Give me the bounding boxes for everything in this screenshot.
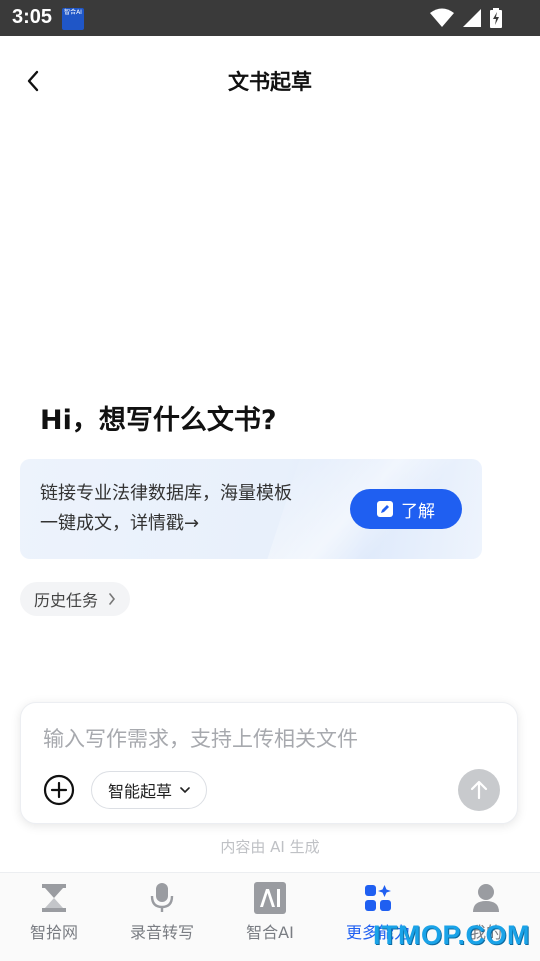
promo-card: 链接专业法律数据库，海量模板 一键成文，详情戳→ 了解: [20, 459, 482, 559]
page-title: 文书起草: [228, 70, 312, 94]
status-time: 3:05: [12, 6, 53, 28]
person-icon: [469, 881, 503, 915]
chevron-down-icon: [180, 787, 190, 794]
history-tasks-button[interactable]: 历史任务: [20, 582, 131, 616]
greeting-heading: Hi，想写什么文书?: [40, 405, 277, 436]
hourglass-icon: [37, 881, 71, 915]
apps-grid-icon: [361, 881, 395, 915]
send-button[interactable]: [458, 769, 500, 811]
cellular-signal-icon: [463, 9, 481, 27]
tab-label: 智合AI: [246, 923, 294, 942]
add-attachment-button[interactable]: [43, 774, 75, 806]
tab-label: 智拾网: [29, 923, 78, 942]
prompt-input[interactable]: [41, 721, 495, 757]
arrow-up-icon: [470, 780, 488, 800]
status-bar: 3:05 智合AI: [0, 0, 540, 36]
app-notification-label: 智合AI: [64, 9, 82, 16]
wifi-icon: [430, 8, 454, 27]
mode-select[interactable]: 智能起草: [91, 771, 208, 809]
site-watermark: ITMOP.COM: [372, 920, 530, 950]
tab-transcribe[interactable]: 录音转写: [108, 873, 216, 961]
ai-disclaimer: 内容由 AI 生成: [220, 838, 320, 856]
mode-select-label: 智能起草: [108, 782, 173, 801]
system-icons: [430, 8, 502, 28]
history-tasks-label: 历史任务: [34, 591, 99, 610]
app-notification-icon: 智合AI: [62, 8, 84, 30]
plus-circle-icon: [43, 774, 75, 806]
chevron-right-icon: [109, 593, 116, 605]
ai-logo-icon: [253, 881, 287, 915]
tab-label: 录音转写: [129, 923, 194, 942]
battery-charging-icon: [490, 8, 502, 28]
tab-zhihe-ai[interactable]: 智合AI: [216, 873, 324, 961]
learn-more-button[interactable]: 了解: [350, 489, 462, 529]
learn-more-label: 了解: [401, 501, 435, 522]
promo-line-2[interactable]: 一键成文，详情戳→: [40, 509, 340, 539]
composer: 智能起草: [20, 702, 518, 824]
tab-zhishi[interactable]: 智拾网: [0, 873, 108, 961]
app-header: 文书起草: [0, 36, 540, 126]
edit-icon: [377, 501, 393, 517]
promo-text: 链接专业法律数据库，海量模板 一键成文，详情戳→: [40, 479, 340, 539]
promo-line-1: 链接专业法律数据库，海量模板: [40, 483, 292, 504]
microphone-icon: [145, 881, 179, 915]
